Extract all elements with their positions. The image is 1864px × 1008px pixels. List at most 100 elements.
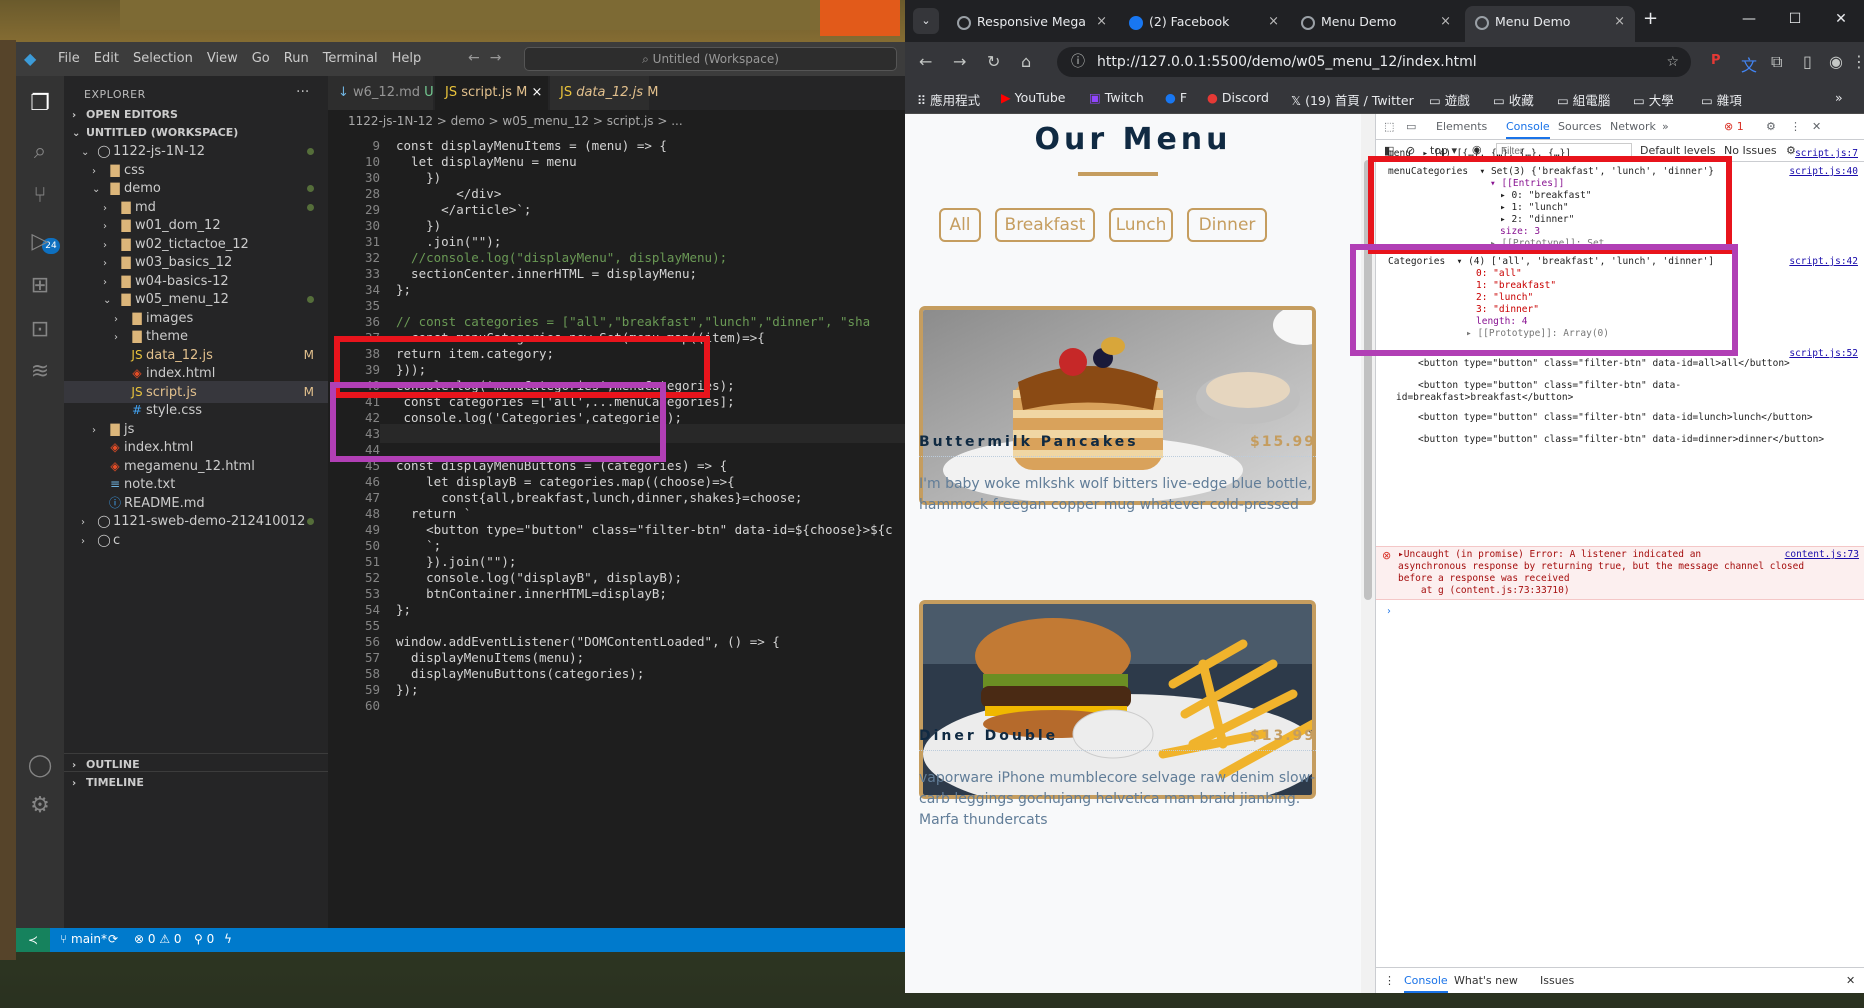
minimize-icon[interactable]: — bbox=[1726, 0, 1772, 38]
devtools-tab-network[interactable]: Network bbox=[1610, 120, 1656, 133]
tab-w6-md[interactable]: ↓ w6_12.md U bbox=[328, 76, 434, 110]
close-window-icon[interactable]: ✕ bbox=[1818, 0, 1864, 38]
devtools-tab-sources[interactable]: Sources bbox=[1558, 120, 1602, 133]
menu-edit[interactable]: Edit bbox=[94, 51, 119, 66]
tab-script-js[interactable]: JS script.js M × bbox=[435, 76, 549, 110]
more-tabs-icon[interactable]: » bbox=[1662, 120, 1669, 133]
devtools-tab-elements[interactable]: Elements bbox=[1436, 120, 1487, 133]
menu-view[interactable]: View bbox=[207, 51, 238, 66]
command-center-search[interactable]: ⌕ Untitled (Workspace) bbox=[524, 47, 897, 71]
menu-run[interactable]: Run bbox=[284, 51, 309, 66]
close-icon[interactable]: × bbox=[1268, 6, 1279, 38]
home-icon[interactable]: ⌂ bbox=[1021, 52, 1031, 71]
sync-icon[interactable]: ⟳ bbox=[108, 932, 118, 946]
breadcrumb[interactable]: 1122-js-1N-12 > demo > w05_menu_12 > scr… bbox=[328, 110, 905, 132]
console-prompt[interactable]: › bbox=[1386, 606, 1392, 618]
sidepanel-icon[interactable]: ▯ bbox=[1803, 52, 1812, 71]
bookmark-youtube[interactable]: ▶ YouTube bbox=[1001, 90, 1065, 105]
close-devtools-icon[interactable]: ✕ bbox=[1812, 120, 1821, 133]
browser-tab-menu-demo[interactable]: Menu Demo × bbox=[1291, 6, 1461, 42]
code-line[interactable]: sectionCenter.innerHTML = displayMenu; bbox=[396, 264, 697, 283]
devtools-tab-console[interactable]: Console bbox=[1506, 120, 1550, 139]
remote-icon[interactable]: ≺ bbox=[16, 928, 50, 952]
remote-explorer-icon[interactable]: ⊡ bbox=[26, 316, 54, 344]
profile-avatar[interactable]: ◉ bbox=[1829, 52, 1843, 71]
timeline-section[interactable]: › TIMELINE bbox=[64, 771, 328, 793]
menu-help[interactable]: Help bbox=[392, 51, 422, 66]
error-count-badge[interactable]: ⊗ 1 bbox=[1724, 120, 1744, 133]
browser-tab-menu-demo-active[interactable]: Menu Demo × bbox=[1465, 6, 1635, 42]
gear-icon[interactable]: ⚙ bbox=[26, 792, 54, 820]
filter-lunch-button[interactable]: Lunch bbox=[1109, 208, 1173, 242]
bookmark-twitch[interactable]: ▣ Twitch bbox=[1089, 90, 1144, 105]
bookmark-star-icon[interactable]: ☆ bbox=[1666, 47, 1679, 77]
device-toggle-icon[interactable]: ▭ bbox=[1406, 120, 1416, 133]
docker-icon[interactable]: ≋ bbox=[26, 358, 54, 386]
tree-item[interactable]: › ◯ c bbox=[64, 529, 328, 551]
new-tab-icon[interactable]: + bbox=[1643, 8, 1658, 29]
settings-gear-icon[interactable]: ⚙ bbox=[1766, 120, 1776, 133]
forward-icon[interactable]: → bbox=[953, 52, 966, 71]
reload-icon[interactable]: ↻ bbox=[987, 52, 1000, 71]
bookmark-folder-pc[interactable]: ▭ 組電腦 bbox=[1557, 90, 1610, 109]
close-drawer-icon[interactable]: ✕ bbox=[1846, 974, 1855, 987]
menu-selection[interactable]: Selection bbox=[133, 51, 193, 66]
log-source-link[interactable]: script.js:7 bbox=[1795, 148, 1858, 159]
code-line[interactable]: }); bbox=[396, 680, 419, 699]
code-line[interactable]: }; bbox=[396, 280, 411, 299]
account-icon[interactable]: ◯ bbox=[26, 752, 54, 780]
close-icon[interactable]: × bbox=[1440, 6, 1451, 38]
code-line[interactable]: displayMenuButtons(categories); bbox=[396, 664, 644, 683]
console-error[interactable]: ⊗ ▸Uncaught (in promise) Error: A listen… bbox=[1376, 546, 1864, 600]
more-actions-icon[interactable]: ··· bbox=[296, 84, 309, 100]
menu-terminal[interactable]: Terminal bbox=[323, 51, 378, 66]
bookmark-folder-univ[interactable]: ▭ 大學 bbox=[1633, 90, 1674, 109]
log-source-link[interactable]: content.js:73 bbox=[1785, 549, 1859, 560]
address-bar[interactable]: ⓘ http://127.0.0.1:5500/demo/w05_menu_12/… bbox=[1057, 47, 1691, 77]
maximize-icon[interactable]: ☐ bbox=[1772, 0, 1818, 38]
inspect-icon[interactable]: ⬚ bbox=[1384, 120, 1394, 133]
lightning-icon[interactable]: ϟ bbox=[224, 932, 232, 946]
browser-tab-mega[interactable]: Responsive Mega × bbox=[947, 6, 1117, 42]
log-source-link[interactable]: script.js:42 bbox=[1789, 256, 1858, 267]
error-stack[interactable]: at g (content.js:73:33710) bbox=[1398, 585, 1570, 597]
drawer-menu-icon[interactable]: ⋮ bbox=[1384, 974, 1395, 987]
kebab-menu-icon[interactable]: ⋮ bbox=[1851, 52, 1864, 71]
drawer-tab-issues[interactable]: Issues bbox=[1540, 974, 1574, 987]
extensions-puzzle-icon[interactable]: ⧉ bbox=[1771, 52, 1782, 72]
bookmark-folder-misc[interactable]: ▭ 雜項 bbox=[1701, 90, 1742, 109]
browser-tab-facebook[interactable]: (2) Facebook × bbox=[1119, 6, 1289, 42]
source-control-icon[interactable]: ⑂ bbox=[26, 182, 54, 210]
code-line[interactable]: }; bbox=[396, 600, 411, 619]
drawer-tab-whats-new[interactable]: What's new bbox=[1454, 974, 1518, 987]
bookmark-folder-games[interactable]: ▭ 遊戲 bbox=[1429, 90, 1470, 109]
tab-search-icon[interactable]: ⌄ bbox=[913, 8, 939, 34]
more-bookmarks-icon[interactable]: » bbox=[1835, 90, 1843, 105]
site-info-icon[interactable]: ⓘ bbox=[1071, 47, 1085, 77]
drawer-tab-console[interactable]: Console bbox=[1404, 974, 1448, 993]
files-icon[interactable]: ❐ bbox=[26, 90, 54, 118]
code-editor[interactable]: ↓ w6_12.md U JS script.js M × JS data_12… bbox=[328, 76, 905, 928]
branch-status[interactable]: ⑂ main* bbox=[60, 932, 107, 946]
devtools-menu-icon[interactable]: ⋮ bbox=[1790, 120, 1801, 133]
back-icon[interactable]: ← bbox=[919, 52, 932, 71]
close-icon[interactable]: × bbox=[531, 85, 542, 100]
extensions-icon[interactable]: ⊞ bbox=[26, 272, 54, 300]
tab-data-js[interactable]: JS data_12.js M bbox=[550, 76, 658, 110]
close-icon[interactable]: × bbox=[1614, 6, 1625, 38]
menu-go[interactable]: Go bbox=[252, 51, 270, 66]
bookmark-discord[interactable]: ● Discord bbox=[1207, 90, 1269, 105]
bookmark-apps[interactable]: ⠿ 應用程式 bbox=[917, 90, 980, 109]
problems-status[interactable]: ⊗ 0 ⚠ 0 bbox=[134, 932, 182, 946]
extension-p-icon[interactable]: P bbox=[1711, 53, 1721, 68]
code-line[interactable]: btnContainer.innerHTML=displayB; bbox=[396, 584, 667, 603]
translate-icon[interactable]: 文 bbox=[1741, 52, 1757, 76]
run-debug-icon[interactable]: ▷ bbox=[26, 228, 54, 256]
filter-dinner-button[interactable]: Dinner bbox=[1187, 208, 1267, 242]
bookmark-facebook[interactable]: ● F bbox=[1165, 90, 1187, 105]
bookmark-folder-favorites[interactable]: ▭ 收藏 bbox=[1493, 90, 1534, 109]
filter-breakfast-button[interactable]: Breakfast bbox=[995, 208, 1095, 242]
log-source-link[interactable]: script.js:40 bbox=[1789, 166, 1858, 177]
nav-arrows-icon[interactable]: ←→ bbox=[468, 50, 511, 66]
bookmark-twitter[interactable]: 𝕏 (19) 首頁 / Twitter bbox=[1291, 90, 1414, 109]
